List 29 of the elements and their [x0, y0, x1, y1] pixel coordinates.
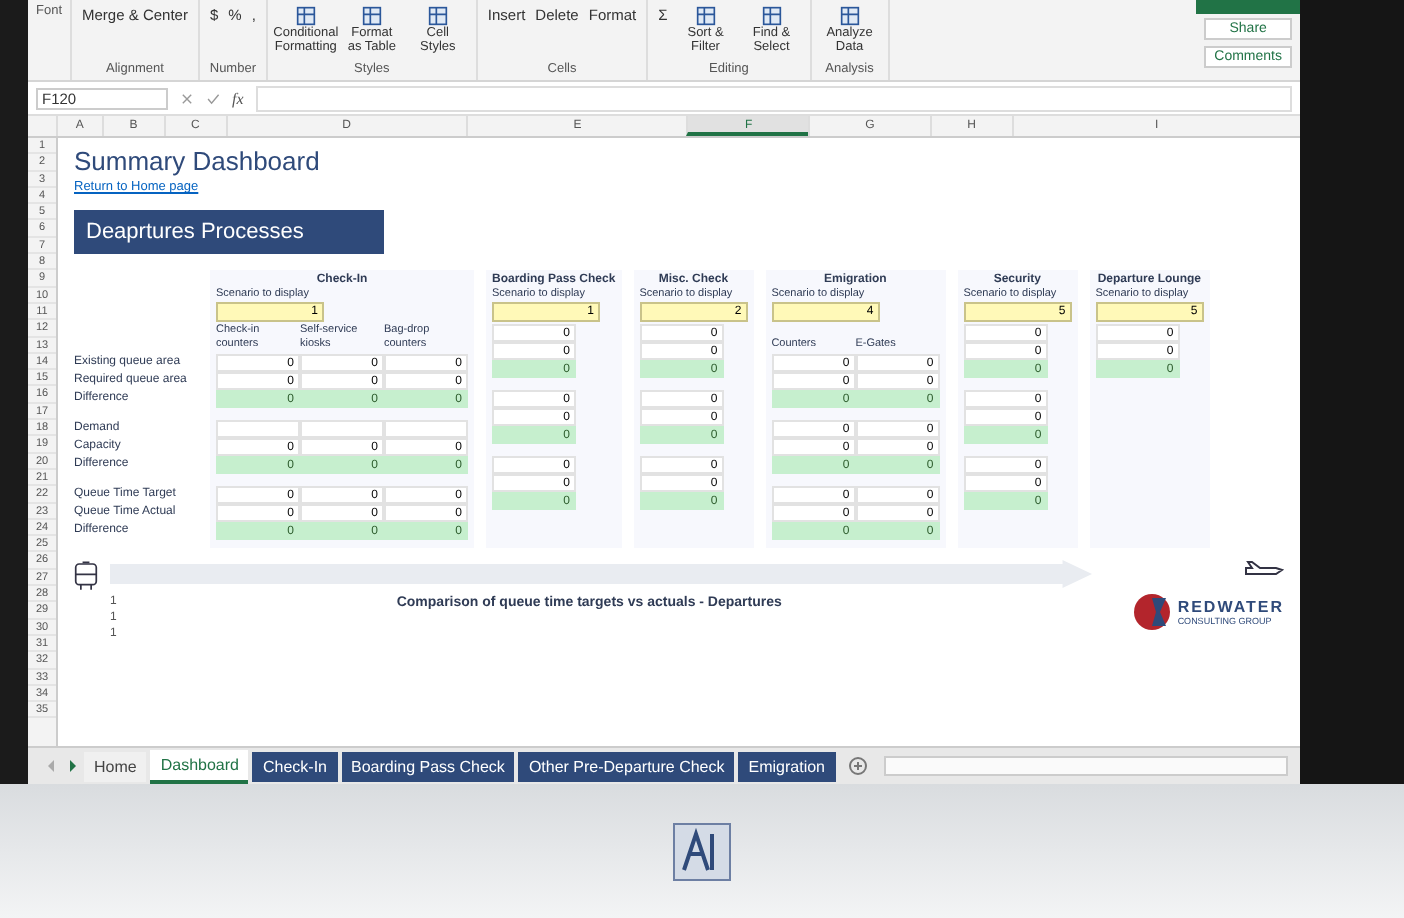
- add-sheet-icon[interactable]: [847, 756, 868, 776]
- sheet-tab[interactable]: Check-In: [252, 751, 337, 781]
- table-icon: [427, 6, 448, 26]
- table-cell: [384, 420, 468, 438]
- emblem-icon: [672, 821, 732, 881]
- table-cell: [300, 420, 384, 438]
- bus-icon: [74, 560, 98, 592]
- table-icon: [839, 6, 860, 26]
- sheet-tab[interactable]: Emigration: [738, 751, 836, 781]
- sheet-tab[interactable]: Dashboard: [150, 749, 249, 783]
- dashboard-title: Summary Dashboard: [74, 146, 322, 176]
- logo-name: REDWATER: [1177, 598, 1284, 616]
- sheet-tab[interactable]: Boarding Pass Check: [341, 751, 515, 781]
- section-banner: Deaprtures Processes: [74, 210, 384, 254]
- table-icon: [695, 6, 716, 26]
- airplane-icon: [1244, 560, 1284, 580]
- cancel-icon[interactable]: [180, 91, 194, 105]
- check-icon[interactable]: [206, 91, 220, 105]
- sheet-tab[interactable]: Home: [84, 751, 147, 781]
- table-icon: [361, 6, 382, 26]
- table-icon: [761, 6, 782, 26]
- logo-mark-icon: [1131, 592, 1172, 632]
- next-sheet-icon[interactable]: [64, 758, 80, 774]
- table-icon: [295, 6, 316, 26]
- insert-function-button[interactable]: fx: [232, 89, 244, 107]
- sheet-tab[interactable]: Other Pre-Departure Check: [518, 751, 735, 781]
- formula-input[interactable]: [255, 85, 1292, 111]
- horizontal-scrollbar[interactable]: [883, 756, 1288, 776]
- table-cell: [216, 420, 300, 438]
